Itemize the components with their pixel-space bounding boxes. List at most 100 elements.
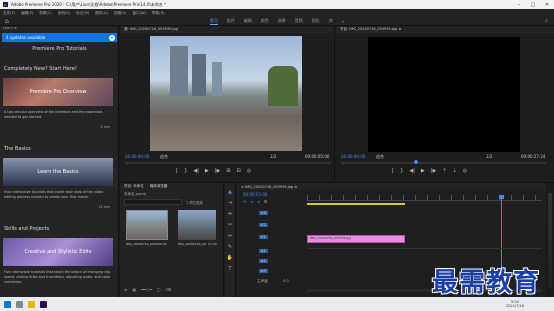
source-fit-dropdown[interactable]: 适合 <box>160 154 168 160</box>
plus-icon[interactable]: + <box>109 34 115 41</box>
overwrite-icon[interactable]: ⊟ <box>237 168 241 174</box>
wrench-icon[interactable]: ⚙ <box>264 199 268 204</box>
premiere-taskbar-icon[interactable] <box>40 300 47 308</box>
workspace-assembly[interactable]: 组件 <box>227 18 235 24</box>
timeline-timecode[interactable]: 00:00:03:00 <box>243 192 267 197</box>
program-timecode[interactable]: 00:00:00:00 <box>341 154 365 159</box>
mark-out-icon[interactable]: } <box>184 168 187 174</box>
list-view-icon[interactable]: ≡ <box>124 287 127 292</box>
source-monitor-tab[interactable]: 源: IMG_20200716_093939.jpg <box>120 26 334 33</box>
source-resolution[interactable]: 1/2 <box>270 154 276 159</box>
time-ruler[interactable] <box>307 195 542 201</box>
search-icon[interactable]: ⌕ <box>545 18 548 24</box>
camera-icon[interactable]: ◎ <box>463 168 467 174</box>
tab-project[interactable]: 项目: 未命名 <box>124 184 144 189</box>
clock[interactable]: 9:50 2021/7/16 <box>506 300 524 308</box>
pen-icon[interactable]: ✎ <box>228 244 232 250</box>
track-v1[interactable]: V1 <box>259 235 268 239</box>
mark-in-icon[interactable]: { <box>175 168 178 174</box>
track-a1[interactable]: A1 <box>259 249 268 253</box>
learn-panel: Learn ≡ 4 updates available + Premiere P… <box>0 26 119 297</box>
insert-icon[interactable]: ⊞ <box>226 168 230 174</box>
new-item-icon[interactable]: ▢ <box>157 287 161 292</box>
selection-tool-icon[interactable]: ▲ <box>228 189 232 195</box>
learn-tab[interactable]: Learn ≡ <box>0 26 118 32</box>
task-view-icon[interactable] <box>16 300 23 308</box>
tutorial-card-overview[interactable]: Premiere Pro Overview <box>3 78 113 106</box>
step-back-icon[interactable]: ◀| <box>409 168 415 174</box>
menu-marker[interactable]: 标记(M) <box>76 11 89 16</box>
timeline-tab[interactable]: × IMG_20200716_093939.jpg ≡ <box>237 183 546 190</box>
zoom-slider[interactable]: ━━○━ <box>141 287 152 292</box>
minimize-button[interactable]: – <box>512 0 526 9</box>
tutorial-card-creative[interactable]: Creative and Stylistic Edits <box>3 238 113 266</box>
program-scrubber[interactable] <box>341 162 546 164</box>
search-input[interactable] <box>124 199 182 205</box>
workspace-libraries[interactable]: 库 <box>329 18 333 24</box>
menu-clip[interactable]: 剪辑(C) <box>39 11 52 16</box>
track-a3[interactable]: A3 <box>259 269 268 273</box>
menu-graphics[interactable]: 图形(G) <box>95 11 108 16</box>
master-value[interactable]: 0.0 <box>283 279 289 283</box>
workspace-audio[interactable]: 音频 <box>295 18 303 24</box>
card-description: Four interactive tutorials that cover ea… <box>4 190 104 199</box>
tutorial-card-basics[interactable]: Learn the Basics <box>3 158 113 186</box>
timeline-clip[interactable]: IMG_20200716_093939.jpg <box>307 235 405 243</box>
menu-edit[interactable]: 编辑(E) <box>21 11 33 16</box>
tab-media-browser[interactable]: 媒体浏览器 <box>150 184 168 189</box>
workspace-graphics[interactable]: 图形 <box>312 18 320 24</box>
marker-icon[interactable]: ▾ <box>258 199 260 204</box>
program-fit-dropdown[interactable]: 适合 <box>376 154 384 160</box>
razor-icon[interactable]: ✂ <box>228 222 232 228</box>
mark-in-icon[interactable]: { <box>391 168 394 174</box>
workspace-editing[interactable]: 编辑 <box>244 18 252 24</box>
play-icon[interactable]: ▶ <box>205 168 209 174</box>
camera-icon[interactable]: ◎ <box>247 168 251 174</box>
play-icon[interactable]: ▶ <box>421 168 425 174</box>
workspace-effects[interactable]: 效果 <box>278 18 286 24</box>
track-select-icon[interactable]: ⇥ <box>228 200 232 206</box>
type-icon[interactable]: T <box>228 266 231 272</box>
program-playhead[interactable] <box>414 160 418 164</box>
menu-window[interactable]: 窗口(W) <box>132 11 146 16</box>
snap-icon[interactable]: ⟲ <box>243 199 246 204</box>
hand-icon[interactable]: ✋ <box>227 255 233 261</box>
trash-icon[interactable]: ⌫ <box>166 287 172 292</box>
workspace-learn[interactable]: 学习 <box>209 18 218 25</box>
linked-icon[interactable]: ∞ <box>250 199 253 204</box>
program-resolution[interactable]: 1/2 <box>486 154 492 159</box>
step-forward-icon[interactable]: |▶ <box>431 168 437 174</box>
windows-start-icon[interactable] <box>4 300 11 308</box>
track-a2[interactable]: A2 <box>259 259 268 263</box>
watermark: 最需教育 <box>432 268 541 298</box>
track-v2[interactable]: V2 <box>259 223 268 227</box>
workspace-more[interactable]: » <box>342 19 344 24</box>
lift-icon[interactable]: ⇡ <box>442 168 446 174</box>
clip-thumbnail[interactable] <box>178 210 216 240</box>
home-icon[interactable]: ⌂ <box>5 18 9 25</box>
mark-out-icon[interactable]: } <box>400 168 403 174</box>
ripple-edit-icon[interactable]: ⇹ <box>228 211 232 217</box>
work-area-bar[interactable] <box>307 203 405 205</box>
menu-help[interactable]: 帮助(H) <box>152 11 165 16</box>
maximize-button[interactable]: □ <box>526 0 540 9</box>
step-forward-icon[interactable]: |▶ <box>215 168 221 174</box>
extract-icon[interactable]: ⇣ <box>453 168 457 174</box>
icon-view-icon[interactable]: ▦ <box>132 287 136 292</box>
source-scrubber[interactable] <box>125 162 330 164</box>
close-button[interactable]: ✕ <box>540 0 554 9</box>
menu-file[interactable]: 文件(F) <box>3 11 15 16</box>
menu-view[interactable]: 视图(V) <box>114 11 126 16</box>
track-v3[interactable]: V3 <box>259 211 268 215</box>
program-monitor-tab[interactable]: 节目: IMG_20200716_093939.jpg ≡ <box>336 26 554 33</box>
source-timecode[interactable]: 00:00:00:00 <box>125 154 149 159</box>
updates-banner[interactable]: 4 updates available + <box>2 33 117 42</box>
playhead-handle[interactable] <box>499 195 504 199</box>
clip-thumbnail[interactable] <box>126 210 168 240</box>
step-back-icon[interactable]: ◀| <box>193 168 199 174</box>
workspace-color[interactable]: 颜色 <box>261 18 269 24</box>
panel-title: Premiere Pro Tutorials <box>32 46 87 52</box>
slip-icon[interactable]: ⇔ <box>228 233 232 239</box>
file-explorer-icon[interactable] <box>28 300 35 308</box>
menu-sequence[interactable]: 序列(S) <box>58 11 70 16</box>
